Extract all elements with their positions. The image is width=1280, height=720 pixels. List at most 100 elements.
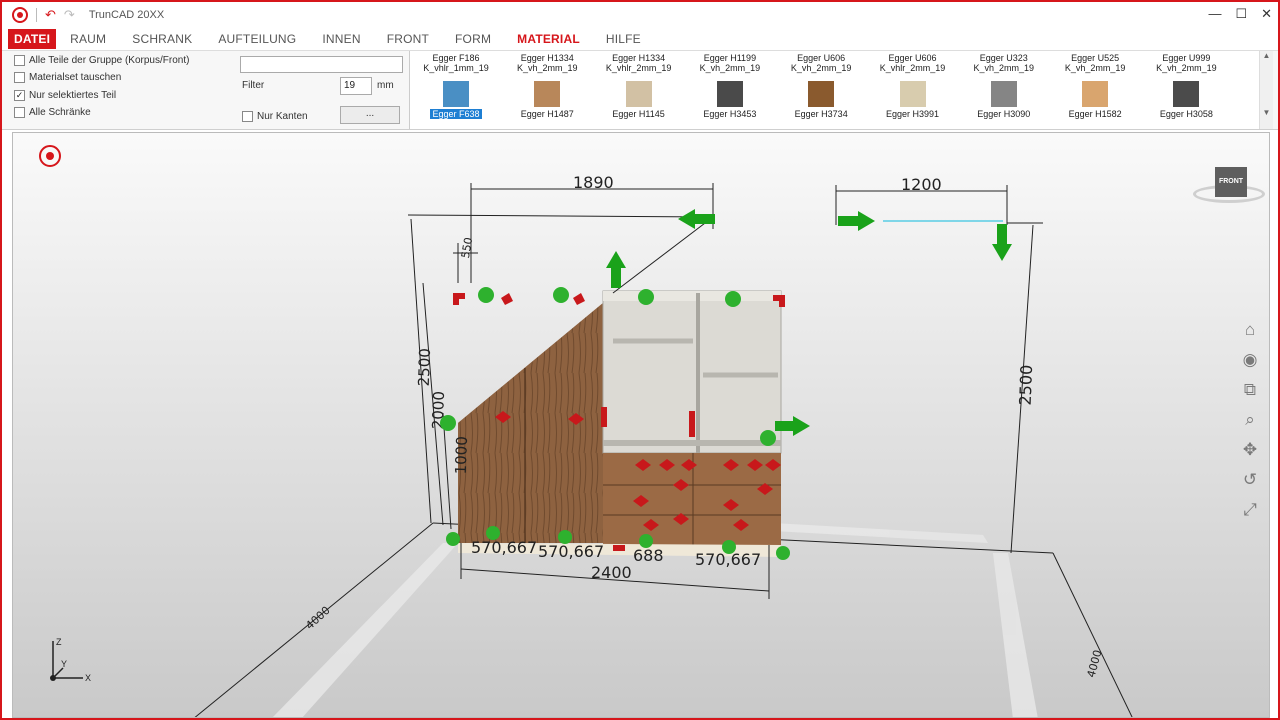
material-edge-desc: K_vh_2mm_19 xyxy=(1064,63,1126,73)
axis-z-label: Z xyxy=(56,637,62,647)
dim-seg3[interactable]: 688 xyxy=(633,546,664,565)
zoom-window-icon[interactable]: ⧉ xyxy=(1239,379,1261,401)
option-label: Materialset tauschen xyxy=(29,72,122,83)
material-swatch[interactable]: Egger H3453 xyxy=(684,77,776,119)
3d-viewport[interactable]: 1890 1200 550 2500 2000 1000 2500 570,66… xyxy=(12,132,1270,718)
material-label: Egger H1145 xyxy=(612,109,665,119)
viewcube[interactable]: FRONT xyxy=(1193,161,1265,211)
arrow-left-icon[interactable] xyxy=(678,209,715,229)
material-preview[interactable] xyxy=(899,81,926,107)
material-name: Egger U323 xyxy=(979,53,1028,63)
dim-slope-offset[interactable]: 550 xyxy=(459,236,475,259)
material-swatch[interactable]: Egger F638 xyxy=(410,77,502,119)
option-alle-schraenke[interactable]: Alle Schränke xyxy=(14,107,91,118)
dim-right-width[interactable]: 1200 xyxy=(901,175,942,194)
checkbox[interactable] xyxy=(14,55,25,66)
option-alle-teile[interactable]: Alle Teile der Gruppe (Korpus/Front) xyxy=(14,55,189,66)
tab-datei[interactable]: DATEI xyxy=(8,29,57,49)
dim-right-height[interactable]: 2500 xyxy=(1016,364,1036,405)
dim-height-1000[interactable]: 1000 xyxy=(452,436,471,475)
material-swatch[interactable]: Egger H1582 xyxy=(1049,77,1141,119)
pan-icon[interactable]: ✥ xyxy=(1239,439,1261,461)
option-nur-kanten[interactable]: Nur Kanten xyxy=(242,111,308,122)
tab-front[interactable]: FRONT xyxy=(375,29,441,49)
tab-raum[interactable]: RAUM xyxy=(58,29,118,49)
top-panel xyxy=(603,291,781,301)
material-preview[interactable] xyxy=(443,81,469,107)
material-preview[interactable] xyxy=(808,81,835,107)
tab-form[interactable]: FORM xyxy=(443,29,503,49)
app-logo-icon[interactable] xyxy=(12,7,28,23)
scroll-up-icon[interactable]: ▲ xyxy=(1260,51,1273,60)
browse-button[interactable]: ... xyxy=(340,106,400,124)
material-preview[interactable] xyxy=(1082,81,1109,107)
close-icon[interactable]: ✕ xyxy=(1261,6,1272,22)
tab-aufteilung[interactable]: AUFTEILUNG xyxy=(206,29,308,49)
viewcube-front-face[interactable]: FRONT xyxy=(1215,167,1247,197)
material-preview[interactable] xyxy=(534,81,561,107)
material-swatch[interactable]: Egger H3734 xyxy=(775,77,867,119)
orbit-icon[interactable]: ◉ xyxy=(1239,349,1261,371)
tab-material[interactable]: MATERIAL xyxy=(505,29,592,49)
undo-icon[interactable]: ↶ xyxy=(45,7,56,23)
cabinet-wood-front[interactable] xyxy=(458,303,603,543)
material-header: Egger U606 K_vhlr_2mm_19 xyxy=(867,53,959,73)
minimize-icon[interactable]: — xyxy=(1208,6,1221,22)
rotate-icon[interactable]: ↺ xyxy=(1239,469,1261,491)
material-swatch[interactable]: Egger H1487 xyxy=(501,77,593,119)
dim-bottom-width[interactable]: 2400 xyxy=(591,563,632,582)
title-bar: ↶ ↷ TrunCAD 20XX — ☐ ✕ xyxy=(2,2,1278,28)
material-edge-desc: K_vhlr_2mm_19 xyxy=(879,63,946,73)
material-name: Egger H1199 xyxy=(703,53,757,63)
filter-label: Filter xyxy=(242,80,265,91)
home-icon[interactable]: ⌂ xyxy=(1239,319,1261,341)
material-swatch[interactable]: Egger H3090 xyxy=(958,77,1050,119)
material-preview[interactable] xyxy=(625,81,652,107)
axis-y-label: Y xyxy=(61,659,67,669)
ribbon-panel: Alle Teile der Gruppe (Korpus/Front) Mat… xyxy=(2,50,1278,130)
material-header: Egger H1334 K_vhlr_2mm_19 xyxy=(593,53,685,73)
arrow-up-icon[interactable] xyxy=(606,251,626,288)
tab-innen[interactable]: INNEN xyxy=(310,29,372,49)
zoom-icon[interactable]: ⌕ xyxy=(1239,409,1261,431)
material-edge-desc: K_vh_2mm_19 xyxy=(790,63,852,73)
checkbox[interactable] xyxy=(14,107,25,118)
option-label: Alle Teile der Gruppe (Korpus/Front) xyxy=(29,55,190,66)
dim-top-width[interactable]: 1890 xyxy=(573,173,614,192)
material-swatch[interactable]: Egger H3058 xyxy=(1140,77,1232,119)
axis-x-label: X xyxy=(85,673,91,683)
option-label: Nur Kanten xyxy=(257,111,308,122)
option-label: Alle Schränke xyxy=(29,107,91,118)
material-edge-desc: K_vhlr_2mm_19 xyxy=(605,63,672,73)
zoom-extents-icon[interactable]: ⤢ xyxy=(1239,499,1261,521)
dim-seg2[interactable]: 570,667 xyxy=(538,542,604,561)
checkbox[interactable] xyxy=(242,111,253,122)
checkbox-checked[interactable]: ✓ xyxy=(14,90,25,101)
redo-icon[interactable]: ↷ xyxy=(64,7,75,23)
option-materialset-tauschen[interactable]: Materialset tauschen xyxy=(14,72,121,83)
search-input[interactable] xyxy=(240,56,403,73)
arrow-right-icon[interactable] xyxy=(838,211,875,231)
arrow-down-icon[interactable] xyxy=(992,224,1012,261)
cabinet-model[interactable] xyxy=(458,290,782,557)
dim-seg1[interactable]: 570,667 xyxy=(471,538,537,557)
scroll-down-icon[interactable]: ▼ xyxy=(1260,108,1273,117)
scene-canvas[interactable]: 1890 1200 550 2500 2000 1000 2500 570,66… xyxy=(13,133,1270,718)
option-nur-selektiertes-teil[interactable]: ✓ Nur selektiertes Teil xyxy=(14,90,116,101)
checkbox[interactable] xyxy=(14,72,25,83)
visibility-eye-icon[interactable] xyxy=(39,145,61,167)
maximize-icon[interactable]: ☐ xyxy=(1235,6,1247,22)
material-preview[interactable] xyxy=(1173,81,1200,107)
filter-input[interactable]: 19 xyxy=(340,77,372,95)
dim-height-total[interactable]: 2500 xyxy=(415,348,434,387)
gallery-scrollbar[interactable]: ▲ ▼ xyxy=(1259,51,1273,129)
window-title: TrunCAD 20XX xyxy=(88,9,165,21)
material-name: Egger U999 xyxy=(1162,53,1211,63)
tab-hilfe[interactable]: HILFE xyxy=(594,29,653,49)
tab-schrank[interactable]: SCHRANK xyxy=(120,29,204,49)
material-swatch[interactable]: Egger H1145 xyxy=(593,77,685,119)
material-preview[interactable] xyxy=(716,81,743,107)
material-swatch[interactable]: Egger H3991 xyxy=(867,77,959,119)
material-preview[interactable] xyxy=(990,81,1017,107)
material-label: Egger H3734 xyxy=(794,109,848,119)
